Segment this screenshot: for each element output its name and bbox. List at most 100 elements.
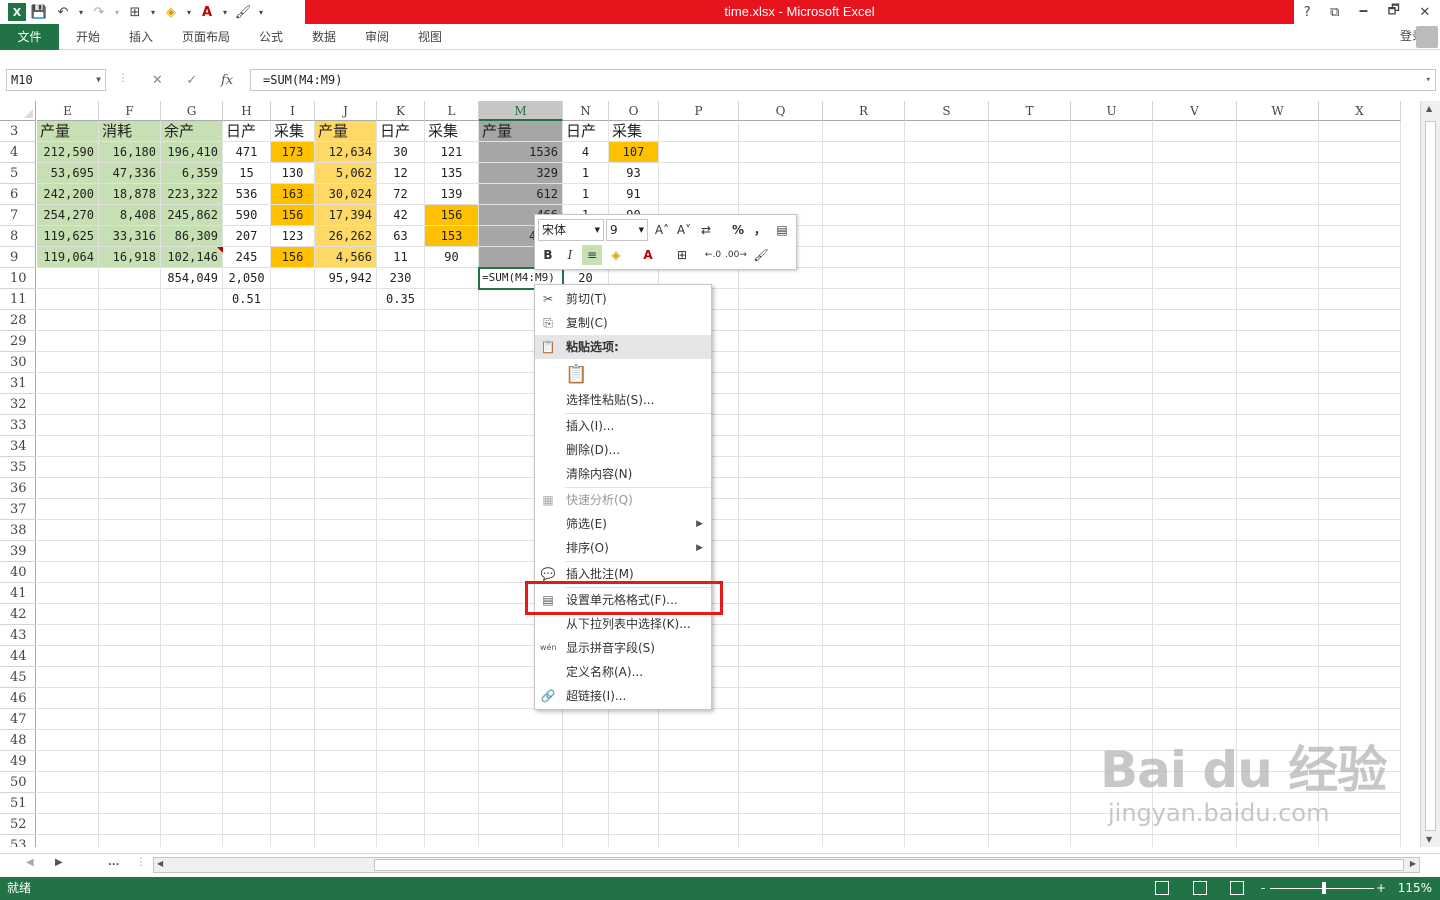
header-cell-j3[interactable]: 产量	[315, 121, 377, 142]
cell-w10[interactable]	[1237, 268, 1319, 289]
format-table-icon[interactable]: ▤	[771, 219, 793, 241]
cell-i9[interactable]: 156	[271, 247, 315, 268]
cell-h11[interactable]: 0.51	[223, 289, 271, 310]
cell-u31[interactable]	[1071, 373, 1153, 394]
row-header-32[interactable]: 32	[0, 394, 36, 415]
cell-j8[interactable]: 26,262	[315, 226, 377, 247]
cell-s34[interactable]	[905, 436, 989, 457]
cell-s36[interactable]	[905, 478, 989, 499]
cell-u10[interactable]	[1071, 268, 1153, 289]
row-header-8[interactable]: 8	[0, 226, 36, 247]
expand-formula-icon[interactable]: ▾	[1426, 70, 1431, 90]
row-header-7[interactable]: 7	[0, 205, 36, 226]
cell-s3[interactable]	[905, 121, 989, 142]
column-header-p[interactable]: P	[659, 101, 739, 121]
cell-g35[interactable]	[161, 457, 223, 478]
cell-r33[interactable]	[823, 415, 905, 436]
cell-q35[interactable]	[739, 457, 823, 478]
cell-l42[interactable]	[425, 604, 479, 625]
cell-i48[interactable]	[271, 730, 315, 751]
row-header-51[interactable]: 51	[0, 793, 36, 814]
column-header-g[interactable]: G	[161, 101, 223, 121]
cell-x7[interactable]	[1319, 205, 1401, 226]
cell-e49[interactable]	[37, 751, 99, 772]
cell-r49[interactable]	[823, 751, 905, 772]
cell-p53[interactable]	[659, 835, 739, 847]
cell-l4[interactable]: 121	[425, 142, 479, 163]
cell-s44[interactable]	[905, 646, 989, 667]
row-header-9[interactable]: 9	[0, 247, 36, 268]
cell-i40[interactable]	[271, 562, 315, 583]
minimize-button[interactable]: 🗕	[1359, 1, 1368, 23]
cell-g46[interactable]	[161, 688, 223, 709]
cell-l29[interactable]	[425, 331, 479, 352]
cell-l33[interactable]	[425, 415, 479, 436]
cell-r53[interactable]	[823, 835, 905, 847]
cell-l30[interactable]	[425, 352, 479, 373]
cell-j11[interactable]	[315, 289, 377, 310]
cell-n49[interactable]	[563, 751, 609, 772]
tab-view[interactable]: 视图	[418, 24, 442, 50]
cell-u53[interactable]	[1071, 835, 1153, 847]
cell-j10[interactable]: 95,942	[315, 268, 377, 289]
cell-l6[interactable]: 139	[425, 184, 479, 205]
cell-v34[interactable]	[1153, 436, 1237, 457]
cell-g45[interactable]	[161, 667, 223, 688]
cell-k30[interactable]	[377, 352, 425, 373]
row-header-38[interactable]: 38	[0, 520, 36, 541]
cell-l35[interactable]	[425, 457, 479, 478]
cell-l49[interactable]	[425, 751, 479, 772]
cell-g6[interactable]: 223,322	[161, 184, 223, 205]
tab-file[interactable]: 文件	[0, 24, 59, 50]
cell-v37[interactable]	[1153, 499, 1237, 520]
cell-r6[interactable]	[823, 184, 905, 205]
column-header-j[interactable]: J	[315, 101, 377, 121]
borders-icon[interactable]: ⊞	[672, 245, 692, 265]
cell-w36[interactable]	[1237, 478, 1319, 499]
cell-e31[interactable]	[37, 373, 99, 394]
cell-r46[interactable]	[823, 688, 905, 709]
cell-e44[interactable]	[37, 646, 99, 667]
cell-r36[interactable]	[823, 478, 905, 499]
cell-s46[interactable]	[905, 688, 989, 709]
cell-q43[interactable]	[739, 625, 823, 646]
increase-decimal-icon[interactable]: ←.0	[703, 245, 723, 265]
cell-q51[interactable]	[739, 793, 823, 814]
cell-s29[interactable]	[905, 331, 989, 352]
cell-h7[interactable]: 590	[223, 205, 271, 226]
cell-e36[interactable]	[37, 478, 99, 499]
cell-r10[interactable]	[823, 268, 905, 289]
header-cell-l3[interactable]: 采集	[425, 121, 479, 142]
number-format-icon[interactable]: ⇄	[695, 219, 717, 241]
cell-j32[interactable]	[315, 394, 377, 415]
column-header-m[interactable]: M	[479, 101, 563, 121]
horizontal-scrollbar[interactable]: ◀ ▶	[153, 857, 1420, 873]
cell-v41[interactable]	[1153, 583, 1237, 604]
cell-f10[interactable]	[99, 268, 161, 289]
row-header-39[interactable]: 39	[0, 541, 36, 562]
column-header-l[interactable]: L	[425, 101, 479, 121]
cell-t52[interactable]	[989, 814, 1071, 835]
cell-i42[interactable]	[271, 604, 315, 625]
cell-w4[interactable]	[1237, 142, 1319, 163]
cell-v39[interactable]	[1153, 541, 1237, 562]
italic-button[interactable]: I	[560, 245, 580, 265]
cell-x36[interactable]	[1319, 478, 1401, 499]
row-header-35[interactable]: 35	[0, 457, 36, 478]
row-header-53[interactable]: 53	[0, 835, 36, 847]
cell-e39[interactable]	[37, 541, 99, 562]
cell-j6[interactable]: 30,024	[315, 184, 377, 205]
cell-t37[interactable]	[989, 499, 1071, 520]
header-cell-n3[interactable]: 日产	[563, 121, 609, 142]
cell-k11[interactable]: 0.35	[377, 289, 425, 310]
cell-f38[interactable]	[99, 520, 161, 541]
fill-color-icon[interactable]: ◈	[160, 1, 182, 23]
cell-j45[interactable]	[315, 667, 377, 688]
cell-l9[interactable]: 90	[425, 247, 479, 268]
cell-s10[interactable]	[905, 268, 989, 289]
header-cell-o3[interactable]: 采集	[609, 121, 659, 142]
cell-x45[interactable]	[1319, 667, 1401, 688]
formula-input[interactable]: =SUM(M4:M9) ▾	[250, 69, 1436, 91]
cell-h50[interactable]	[223, 772, 271, 793]
cell-x8[interactable]	[1319, 226, 1401, 247]
